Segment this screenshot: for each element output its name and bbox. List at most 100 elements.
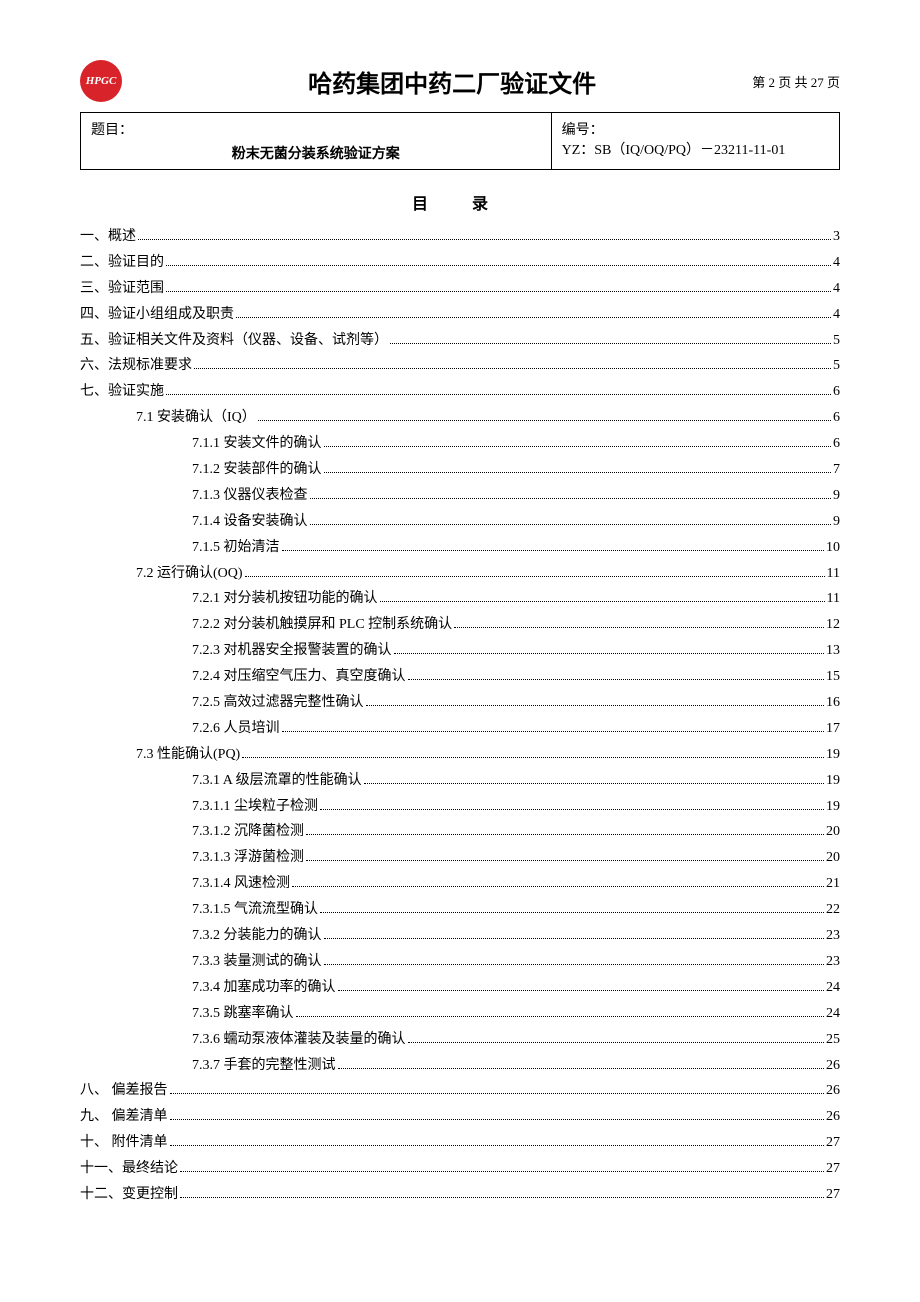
toc-entry: 7.3.1.1 尘埃粒子检测 19 [80,794,840,820]
toc-entry: 7.3.5 跳塞率确认24 [80,1001,840,1027]
toc-entry-page: 24 [826,1001,840,1027]
toc-entry-page: 27 [826,1156,840,1182]
toc-leader [242,757,824,758]
toc-entry: 八、 偏差报告26 [80,1078,840,1104]
toc-entry-label: 四、验证小组组成及职责 [80,302,234,328]
number-value: YZ：SB（IQ/OQ/PQ）－23211-11-01 [562,139,829,159]
toc-entry-label: 二、验证目的 [80,250,164,276]
toc-entry: 7.3.1.3 浮游菌检测 20 [80,845,840,871]
toc-entry-page: 24 [826,975,840,1001]
toc-entry: 7.2.1 对分装机按钮功能的确认11 [80,586,840,612]
toc-entry-label: 七、验证实施 [80,379,164,405]
toc-leader [324,472,832,473]
toc-entry-page: 3 [833,224,840,250]
toc-entry: 7.1.2 安装部件的确认7 [80,457,840,483]
toc-entry-label: 六、法规标准要求 [80,353,192,379]
toc-entry: 7.1.3 仪器仪表检查 9 [80,483,840,509]
toc-entry-label: 一、概述 [80,224,136,250]
toc-entry: 七、验证实施6 [80,379,840,405]
toc-entry-label: 7.1.3 仪器仪表检查 [80,483,308,509]
toc-entry-label: 7.3.7 手套的完整性测试 [80,1053,336,1079]
toc-entry-label: 7.3.1.1 尘埃粒子检测 [80,794,318,820]
toc-entry-page: 11 [827,561,840,587]
toc-entry-label: 7.1.5 初始清洁 [80,535,280,561]
toc-entry: 四、验证小组组成及职责 4 [80,302,840,328]
toc-entry-page: 10 [826,535,840,561]
toc-entry-page: 26 [826,1053,840,1079]
toc-entry: 7.3.1.4 风速检测21 [80,871,840,897]
toc-leader [324,938,825,939]
toc-leader [324,446,832,447]
toc-entry: 7.2.6 人员培训17 [80,716,840,742]
info-number-cell: 编号： YZ：SB（IQ/OQ/PQ）－23211-11-01 [551,113,839,170]
toc-entry: 7.1.5 初始清洁 10 [80,535,840,561]
toc-leader [454,627,824,628]
toc-leader [282,731,825,732]
toc-entry-label: 7.1 安装确认（IQ） [80,405,256,431]
toc-entry-label: 7.1.1 安装文件的确认 [80,431,322,457]
toc-entry-page: 23 [826,923,840,949]
toc-entry-page: 11 [827,586,840,612]
toc-leader [306,860,824,861]
toc-leader [170,1119,825,1120]
toc-entry-page: 15 [826,664,840,690]
toc-leader [364,783,824,784]
toc-entry: 7.3.1.2 沉降菌检测 20 [80,819,840,845]
toc-leader [320,912,824,913]
toc-entry: 一、概述 3 [80,224,840,250]
toc-leader [310,498,832,499]
toc-entry-label: 五、验证相关文件及资料（仪器、设备、试剂等） [80,328,388,354]
toc-leader [338,990,825,991]
toc-entry: 7.2.2 对分装机触摸屏和 PLC 控制系统确认12 [80,612,840,638]
company-logo: HPGC [80,60,122,102]
toc-entry-label: 7.3.4 加塞成功率的确认 [80,975,336,1001]
toc-entry-page: 19 [826,794,840,820]
toc-heading: 目 录 [80,190,840,214]
toc-entry-page: 4 [833,302,840,328]
toc-entry-page: 9 [833,483,840,509]
toc-leader [306,834,824,835]
toc-leader [390,343,831,344]
toc-leader [408,679,825,680]
toc-entry-page: 22 [826,897,840,923]
toc-entry-page: 20 [826,819,840,845]
toc-entry-page: 20 [826,845,840,871]
toc-leader [338,1068,825,1069]
toc-entry-label: 7.3.2 分装能力的确认 [80,923,322,949]
number-label: 编号： [562,119,829,139]
toc-leader [292,886,824,887]
toc-entry: 7.3.7 手套的完整性测试 26 [80,1053,840,1079]
toc-entry: 7.3.1 A 级层流罩的性能确认 19 [80,768,840,794]
toc-entry-page: 5 [833,353,840,379]
toc-leader [258,420,831,421]
toc-leader [366,705,825,706]
toc-entry-label: 7.3.3 装量测试的确认 [80,949,322,975]
toc-entry-page: 4 [833,250,840,276]
toc-entry-label: 7.1.4 设备安装确认 [80,509,308,535]
toc-entry-label: 7.3.1.3 浮游菌检测 [80,845,304,871]
toc-leader [194,368,831,369]
toc-entry-page: 9 [833,509,840,535]
toc-entry: 7.3.3 装量测试的确认23 [80,949,840,975]
info-table: 题目： 粉末无菌分装系统验证方案 编号： YZ：SB（IQ/OQ/PQ）－232… [80,112,840,170]
toc-entry-label: 7.2.5 高效过滤器完整性确认 [80,690,364,716]
toc-entry: 7.3.1.5 气流流型确认22 [80,897,840,923]
table-of-contents: 一、概述3二、验证目的4三、验证范围4四、验证小组组成及职责4五、验证相关文件及… [80,224,840,1208]
toc-leader [282,550,825,551]
toc-entry-page: 21 [826,871,840,897]
toc-entry-label: 7.3.1 A 级层流罩的性能确认 [80,768,362,794]
toc-entry-label: 7.2.3 对机器安全报警装置的确认 [80,638,392,664]
toc-entry-label: 十、 附件清单 [80,1130,168,1156]
toc-entry: 7.3 性能确认(PQ)19 [80,742,840,768]
toc-leader [180,1197,824,1198]
toc-entry-label: 7.1.2 安装部件的确认 [80,457,322,483]
toc-leader [180,1171,824,1172]
toc-entry: 7.1 安装确认（IQ）6 [80,405,840,431]
toc-entry-label: 7.3.1.2 沉降菌检测 [80,819,304,845]
toc-entry-label: 7.2.6 人员培训 [80,716,280,742]
toc-entry-page: 19 [826,768,840,794]
subject-title: 粉末无菌分装系统验证方案 [91,139,541,163]
topic-label: 题目： [91,119,541,139]
toc-leader [320,809,824,810]
toc-entry: 7.2.4 对压缩空气压力、真空度确认15 [80,664,840,690]
